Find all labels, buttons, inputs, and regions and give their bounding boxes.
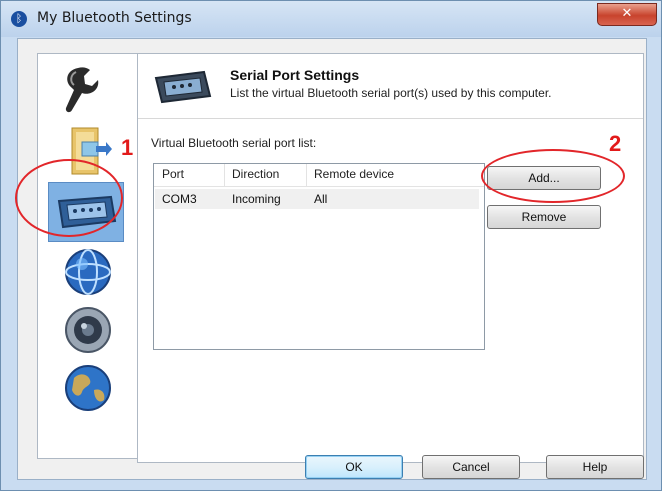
window-title: My Bluetooth Settings <box>37 10 192 26</box>
column-header-direction[interactable]: Direction <box>232 167 279 181</box>
column-divider <box>306 164 307 186</box>
category-sidebar <box>37 53 139 459</box>
network-globe-icon <box>65 249 111 295</box>
cell-port: COM3 <box>162 192 197 206</box>
annotation-circle-1 <box>15 159 123 237</box>
cell-direction: Incoming <box>232 192 281 206</box>
annotation-number-1: 1 <box>121 135 134 160</box>
sidebar-item-audio[interactable] <box>52 302 122 358</box>
column-header-remote-device[interactable]: Remote device <box>314 167 394 181</box>
ok-button[interactable]: OK <box>305 455 403 479</box>
bluetooth-icon: ᛒ <box>11 11 27 27</box>
dialog-body: Serial Port Settings List the virtual Bl… <box>17 38 647 480</box>
list-header: Port Direction Remote device <box>154 164 484 187</box>
column-divider <box>224 164 225 186</box>
header-divider <box>138 118 643 119</box>
column-header-port[interactable]: Port <box>162 167 184 181</box>
serial-port-settings-panel: Serial Port Settings List the virtual Bl… <box>137 53 644 463</box>
close-button[interactable]: ✕ <box>597 3 657 26</box>
sidebar-item-network[interactable] <box>52 244 122 300</box>
speaker-icon <box>65 307 111 353</box>
bluetooth-settings-window: ᛒ My Bluetooth Settings ✕ Serial Port Se… <box>0 0 662 491</box>
remove-button[interactable]: Remove <box>487 205 601 229</box>
annotation-number-2: 2 <box>609 131 622 156</box>
sidebar-item-internet[interactable] <box>52 360 122 416</box>
cancel-button[interactable]: Cancel <box>422 455 520 479</box>
annotation-circle-2 <box>481 149 625 203</box>
serial-port-header-icon <box>154 70 212 104</box>
port-list-label: Virtual Bluetooth serial port list: <box>151 136 317 150</box>
earth-globe-icon <box>65 365 111 411</box>
sidebar-item-tools[interactable] <box>52 60 122 116</box>
title-bar[interactable]: ᛒ My Bluetooth Settings ✕ <box>1 1 661 37</box>
help-button[interactable]: Help <box>546 455 644 479</box>
list-row[interactable]: COM3 Incoming All <box>155 189 479 209</box>
cell-remote-device: All <box>314 192 328 206</box>
wrench-icon <box>65 67 99 113</box>
panel-title: Serial Port Settings <box>230 67 360 83</box>
serial-port-list[interactable]: Port Direction Remote device COM3 Incomi… <box>153 163 485 350</box>
panel-subtitle: List the virtual Bluetooth serial port(s… <box>230 86 552 100</box>
